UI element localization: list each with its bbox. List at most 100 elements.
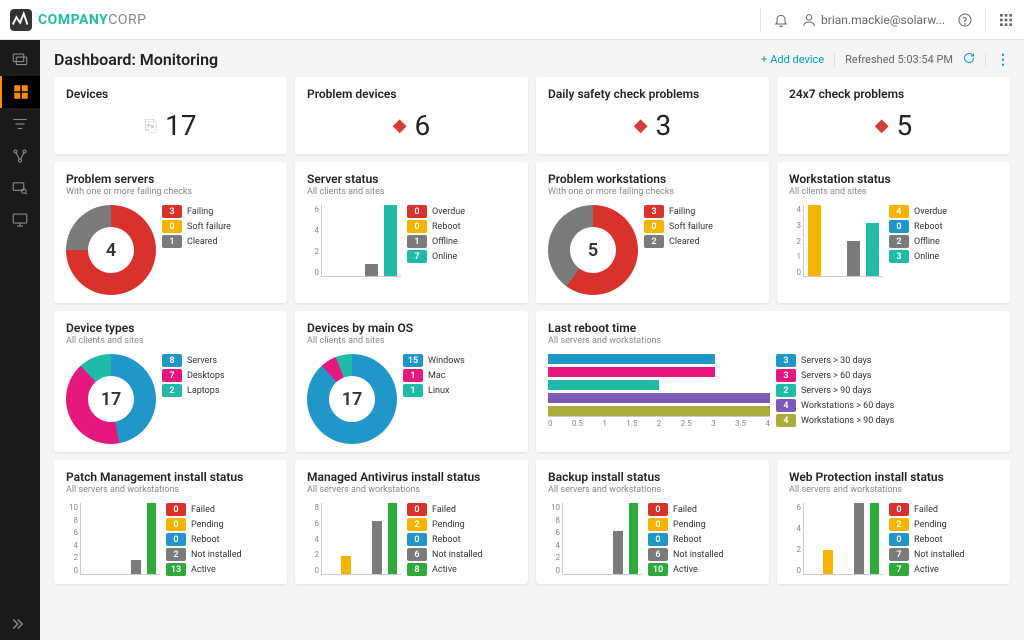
- legend-label: Reboot: [914, 535, 943, 545]
- legend-item: 1Linux: [403, 384, 516, 397]
- legend-badge: 3: [644, 205, 664, 218]
- legend-label: Servers: [187, 356, 217, 366]
- legend-badge: 7: [889, 563, 909, 576]
- legend-label: Servers > 90 days: [801, 386, 871, 396]
- sidebar: [0, 40, 40, 640]
- chart-card[interactable]: Patch Management install statusAll serve…: [54, 460, 287, 584]
- sidebar-item-devices[interactable]: [0, 44, 40, 76]
- chart-card[interactable]: Last reboot timeAll servers and workstat…: [536, 311, 1010, 452]
- legend-item: 3 Failing: [644, 205, 757, 218]
- legend-label: Not installed: [191, 550, 242, 560]
- legend-badge: 6: [648, 548, 668, 561]
- chart-card[interactable]: Device typesAll clients and sites178Serv…: [54, 311, 287, 452]
- legend-label: Servers > 30 days: [801, 356, 871, 366]
- legend-badge: 1: [403, 369, 423, 382]
- legend-badge: 0: [166, 533, 186, 546]
- user-icon: [801, 12, 817, 28]
- y-axis: 6420: [789, 503, 801, 575]
- legend-badge: 7: [162, 369, 182, 382]
- chart-card[interactable]: Workstation statusAll clients and sites4…: [777, 162, 1010, 303]
- chart-card[interactable]: Backup install statusAll servers and wor…: [536, 460, 769, 584]
- donut-center: 5: [548, 205, 638, 295]
- chart-card[interactable]: Devices by main OSAll clients and sites1…: [295, 311, 528, 452]
- chart-card[interactable]: Problem workstationsWith one or more fai…: [536, 162, 769, 303]
- sidebar-item-network[interactable]: [0, 140, 40, 172]
- legend: 3Failing0Soft failure1Cleared: [162, 205, 275, 248]
- hbar-row: [548, 367, 770, 377]
- refresh-button[interactable]: [963, 52, 975, 67]
- bar: [548, 393, 770, 403]
- kpi-card[interactable]: Devices ⎘17: [54, 77, 287, 154]
- legend-label: Pending: [673, 520, 706, 530]
- donut-chart: 5: [548, 205, 638, 295]
- user-menu[interactable]: brian.mackie@solarw...: [801, 12, 945, 28]
- sidebar-item-dashboard[interactable]: [0, 76, 40, 108]
- legend-label: Online: [914, 252, 939, 262]
- logo[interactable]: COMPANYCORP: [10, 9, 146, 31]
- card-title: Backup install status: [548, 470, 757, 484]
- card-subtitle: All servers and workstations: [66, 485, 275, 495]
- legend-badge: 13: [166, 563, 186, 576]
- notifications-button[interactable]: [773, 12, 789, 28]
- bar-chart: [80, 503, 160, 575]
- legend-badge: 0: [407, 533, 427, 546]
- hbar-row: [548, 380, 770, 390]
- card-subtitle: All servers and workstations: [307, 485, 516, 495]
- chart-card[interactable]: Problem serversWith one or more failing …: [54, 162, 287, 303]
- card-title: 24x7 check problems: [789, 87, 998, 101]
- legend-badge: 0: [889, 503, 909, 516]
- legend-item: 2Not installed: [166, 548, 275, 561]
- legend-item: 4Workstations > 90 days: [776, 414, 998, 427]
- sidebar-expand[interactable]: [0, 608, 40, 640]
- legend-item: 0Failed: [407, 503, 516, 516]
- card-title: Patch Management install status: [66, 470, 275, 484]
- bar: [548, 367, 715, 377]
- legend-badge: 0: [166, 503, 186, 516]
- donut-chart: 17: [66, 354, 156, 444]
- legend-item: 2Cleared: [644, 235, 757, 248]
- apps-button[interactable]: [998, 12, 1014, 28]
- donut-center: 17: [307, 354, 397, 444]
- card-title: Workstation status: [789, 172, 998, 186]
- chart-card[interactable]: Managed Antivirus install statusAll serv…: [295, 460, 528, 584]
- more-menu[interactable]: ⋮: [996, 52, 1010, 68]
- hbar-row: [548, 393, 770, 403]
- legend-item: 4Overdue: [889, 205, 998, 218]
- legend-label: Failing: [669, 207, 695, 217]
- sidebar-item-remote[interactable]: [0, 204, 40, 236]
- kpi-card[interactable]: Daily safety check problems ◆3: [536, 77, 769, 154]
- legend-label: Servers > 60 days: [801, 371, 871, 381]
- legend-badge: 1: [162, 235, 182, 248]
- legend-item: 0Failed: [648, 503, 757, 516]
- add-device-button[interactable]: +Add device: [761, 53, 824, 66]
- chart-card[interactable]: Web Protection install statusAll servers…: [777, 460, 1010, 584]
- donut-chart: 17: [307, 354, 397, 444]
- page-title: Dashboard: Monitoring: [54, 50, 218, 69]
- legend-label: Offline: [432, 237, 458, 247]
- legend-label: Offline: [914, 237, 940, 247]
- sidebar-item-search[interactable]: [0, 172, 40, 204]
- kpi-card[interactable]: 24x7 check problems ◆5: [777, 77, 1010, 154]
- legend-label: Reboot: [432, 535, 461, 545]
- legend-badge: 0: [407, 205, 427, 218]
- legend-label: Failed: [191, 505, 215, 515]
- legend-item: 3Servers > 60 days: [776, 369, 998, 382]
- legend-badge: 2: [407, 518, 427, 531]
- bar-chart: [803, 503, 883, 575]
- legend-badge: 4: [776, 414, 796, 427]
- legend-item: 1Offline: [407, 235, 516, 248]
- legend-item: 0Reboot: [407, 220, 516, 233]
- kpi-card[interactable]: Problem devices ◆6: [295, 77, 528, 154]
- legend: 0Failed2Pending0Reboot7Not installed7Act…: [889, 503, 998, 576]
- bar: [341, 556, 350, 574]
- sidebar-item-filter[interactable]: [0, 108, 40, 140]
- bar: [847, 241, 860, 277]
- legend-item: 0Reboot: [166, 533, 275, 546]
- help-button[interactable]: [957, 12, 973, 28]
- legend-badge: 0: [407, 220, 427, 233]
- card-title: Devices: [66, 87, 275, 101]
- legend-label: Active: [432, 565, 457, 575]
- content: Dashboard: Monitoring +Add device Refres…: [40, 40, 1024, 640]
- chart-card[interactable]: Server statusAll clients and sites64200O…: [295, 162, 528, 303]
- card-title: Managed Antivirus install status: [307, 470, 516, 484]
